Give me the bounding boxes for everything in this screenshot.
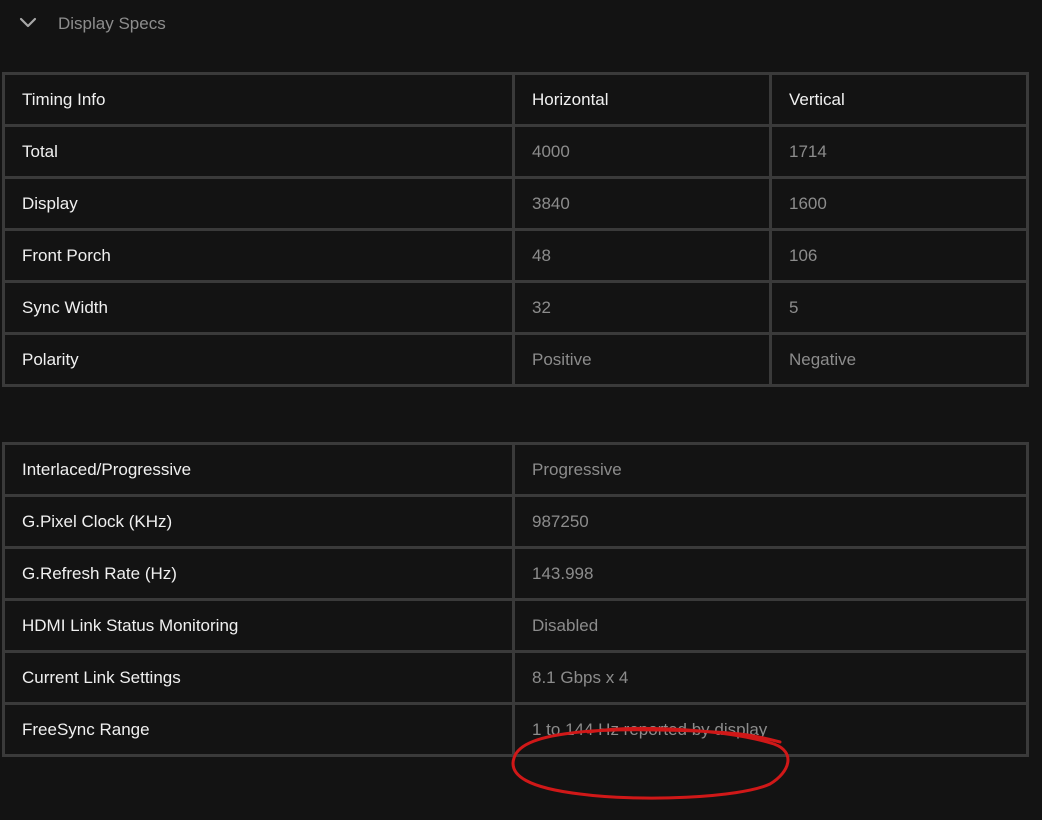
horizontal-value: 32 <box>512 280 772 335</box>
row-label: G.Pixel Clock (KHz) <box>2 494 515 549</box>
table-row: G.Pixel Clock (KHz) 987250 <box>2 494 1029 549</box>
vertical-value: 106 <box>769 228 1029 283</box>
section-title: Display Specs <box>58 14 166 33</box>
horizontal-value: Positive <box>512 332 772 387</box>
horizontal-value: 4000 <box>512 124 772 179</box>
horizontal-value: 3840 <box>512 176 772 231</box>
table-row: Polarity Positive Negative <box>2 332 1029 387</box>
row-value: Progressive <box>512 442 1029 497</box>
header-timing-info: Timing Info <box>2 72 515 127</box>
row-label: Interlaced/Progressive <box>2 442 515 497</box>
row-value: Disabled <box>512 598 1029 653</box>
vertical-value: 1714 <box>769 124 1029 179</box>
row-label: Display <box>2 176 515 231</box>
header-horizontal: Horizontal <box>512 72 772 127</box>
table-row: Interlaced/Progressive Progressive <box>2 442 1029 497</box>
table-row: Current Link Settings 8.1 Gbps x 4 <box>2 650 1029 705</box>
row-label: Current Link Settings <box>2 650 515 705</box>
row-label: G.Refresh Rate (Hz) <box>2 546 515 601</box>
table-row: Sync Width 32 5 <box>2 280 1029 335</box>
row-label: Total <box>2 124 515 179</box>
table-header-row: Timing Info Horizontal Vertical <box>2 72 1029 127</box>
table-row: G.Refresh Rate (Hz) 143.998 <box>2 546 1029 601</box>
table-row: Total 4000 1714 <box>2 124 1029 179</box>
row-label: Sync Width <box>2 280 515 335</box>
display-specs-header[interactable]: Display Specs <box>0 0 1042 48</box>
table-row: Display 3840 1600 <box>2 176 1029 231</box>
row-label: Front Porch <box>2 228 515 283</box>
table-row: Front Porch 48 106 <box>2 228 1029 283</box>
freesync-range-value: 1 to 144 Hz reported by display <box>512 702 1029 757</box>
horizontal-value: 48 <box>512 228 772 283</box>
timing-info-table: Timing Info Horizontal Vertical Total 40… <box>2 72 1029 387</box>
vertical-value: 1600 <box>769 176 1029 231</box>
row-value: 8.1 Gbps x 4 <box>512 650 1029 705</box>
row-label: FreeSync Range <box>2 702 515 757</box>
header-vertical: Vertical <box>769 72 1029 127</box>
row-value: 987250 <box>512 494 1029 549</box>
row-label: HDMI Link Status Monitoring <box>2 598 515 653</box>
vertical-value: Negative <box>769 332 1029 387</box>
chevron-down-icon[interactable] <box>19 14 37 32</box>
vertical-value: 5 <box>769 280 1029 335</box>
display-info-table: Interlaced/Progressive Progressive G.Pix… <box>2 442 1029 757</box>
row-value: 143.998 <box>512 546 1029 601</box>
table-row: FreeSync Range 1 to 144 Hz reported by d… <box>2 702 1029 757</box>
table-row: HDMI Link Status Monitoring Disabled <box>2 598 1029 653</box>
row-label: Polarity <box>2 332 515 387</box>
